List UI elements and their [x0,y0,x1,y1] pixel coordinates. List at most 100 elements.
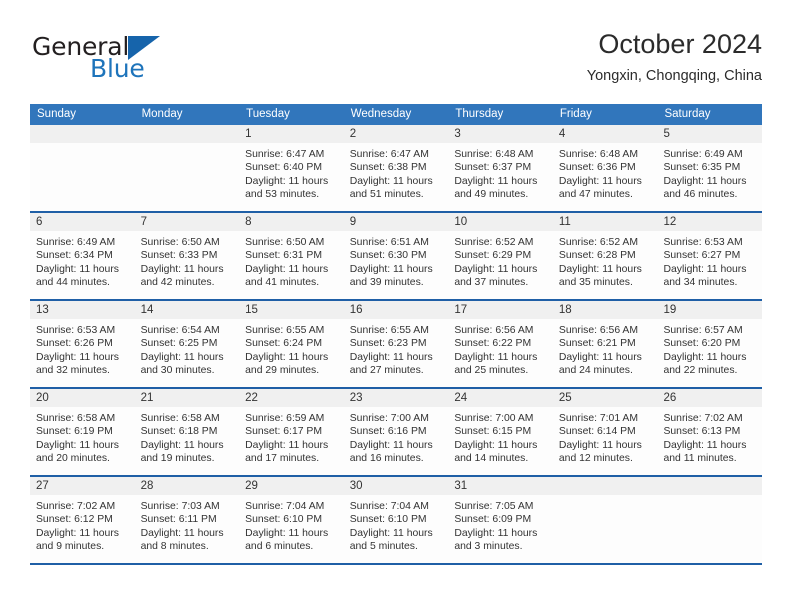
day-number: 8 [245,216,252,228]
sunrise-text: Sunrise: 6:47 AM [349,149,429,160]
calendar-day-cell[interactable]: 7 Sunrise: 6:50 AM Sunset: 6:33 PM Daylight… [134,213,240,299]
day-sun-info: Sunrise: 6:52 AM Sunset: 6:28 PM Daylight:… [553,231,658,290]
day-number: 1 [245,128,252,140]
sunset-text: Sunset: 6:36 PM [558,162,636,174]
day-sun-info: Sunrise: 6:54 AM Sunset: 6:25 PM Daylight:… [135,319,240,378]
calendar-day-cell[interactable]: 5 Sunrise: 6:49 AM Sunset: 6:35 PM Daylight… [657,125,763,211]
calendar-day-cell[interactable]: 8 Sunrise: 6:50 AM Sunset: 6:31 PM Daylight… [239,213,344,299]
day-number: 15 [245,304,258,316]
calendar-day-cell[interactable]: 13 Sunrise: 6:53 AM Sunset: 6:26 PM Dayligh… [30,301,135,387]
sunrise-text: Sunrise: 7:02 AM [663,413,743,424]
daylight-text: Daylight: 11 hours and 5 minutes. [349,527,433,553]
daylight-text: Daylight: 11 hours and 53 minutes. [245,175,329,201]
sunset-text: Sunset: 6:38 PM [349,162,427,174]
day-number-strip: 18 [552,301,658,319]
sunset-text: Sunset: 6:22 PM [454,338,532,350]
sunrise-text: Sunrise: 7:00 AM [349,413,429,424]
day-number-strip: 6 [30,213,135,231]
sunrise-text: Sunrise: 6:50 AM [140,237,220,248]
day-number: 7 [140,216,147,228]
sunrise-text: Sunrise: 6:59 AM [245,413,325,424]
sunset-text: Sunset: 6:33 PM [140,250,218,262]
calendar-day-cell[interactable]: 28 Sunrise: 7:03 AM Sunset: 6:11 PM Dayligh… [134,477,240,563]
day-sun-info: Sunrise: 7:05 AM Sunset: 6:09 PM Daylight:… [448,495,553,554]
sunset-text: Sunset: 6:30 PM [349,250,427,262]
sunrise-text: Sunrise: 6:57 AM [663,325,743,336]
calendar-day-cell[interactable]: 18 Sunrise: 6:56 AM Sunset: 6:21 PM Dayligh… [552,301,658,387]
weekday-tuesday: Tuesday [246,108,290,120]
calendar-day-cell[interactable]: 11 Sunrise: 6:52 AM Sunset: 6:28 PM Dayligh… [552,213,658,299]
calendar-day-cell[interactable]: 24 Sunrise: 7:00 AM Sunset: 6:15 PM Dayligh… [448,389,553,475]
day-number-strip: 9 [343,213,449,231]
sunset-text: Sunset: 6:20 PM [663,338,741,350]
day-sun-info: Sunrise: 6:59 AM Sunset: 6:17 PM Daylight:… [239,407,344,466]
day-number: 10 [454,216,468,228]
daylight-text: Daylight: 11 hours and 25 minutes. [454,351,538,377]
day-number-strip [552,477,658,495]
day-number-strip: 22 [239,389,344,407]
calendar-day-cell[interactable]: 31 Sunrise: 7:05 AM Sunset: 6:09 PM Dayligh… [448,477,553,563]
calendar-day-cell-empty [552,477,658,563]
sunrise-text: Sunrise: 7:03 AM [140,501,220,512]
sunset-text: Sunset: 6:13 PM [663,426,741,438]
weekday-thursday: Thursday [455,108,504,120]
calendar-day-cell[interactable]: 9 Sunrise: 6:51 AM Sunset: 6:30 PM Daylight… [343,213,449,299]
calendar-day-cell[interactable]: 21 Sunrise: 6:58 AM Sunset: 6:18 PM Dayligh… [134,389,240,475]
calendar-day-cell[interactable]: 23 Sunrise: 7:00 AM Sunset: 6:16 PM Dayligh… [343,389,449,475]
day-sun-info: Sunrise: 6:57 AM Sunset: 6:20 PM Daylight:… [657,319,762,378]
day-number: 25 [558,392,572,404]
sunrise-text: Sunrise: 6:53 AM [663,237,743,248]
calendar-day-cell[interactable]: 25 Sunrise: 7:01 AM Sunset: 6:14 PM Dayligh… [552,389,658,475]
sunrise-text: Sunrise: 6:54 AM [140,325,220,336]
calendar-day-cell[interactable]: 19 Sunrise: 6:57 AM Sunset: 6:20 PM Dayligh… [657,301,763,387]
calendar-day-cell[interactable]: 20 Sunrise: 6:58 AM Sunset: 6:19 PM Dayligh… [30,389,135,475]
calendar-week-row: 13 Sunrise: 6:53 AM Sunset: 6:26 PM Dayligh… [30,301,763,389]
day-number-strip: 29 [239,477,344,495]
day-number: 27 [36,480,49,492]
day-number: 31 [454,480,468,492]
sunset-text: Sunset: 6:15 PM [454,426,532,438]
calendar-day-cell[interactable]: 30 Sunrise: 7:04 AM Sunset: 6:10 PM Dayligh… [343,477,449,563]
day-sun-info: Sunrise: 6:48 AM Sunset: 6:36 PM Daylight:… [553,143,658,202]
sunset-text: Sunset: 6:35 PM [663,162,741,174]
day-number: 16 [349,304,363,316]
daylight-text: Daylight: 11 hours and 41 minutes. [245,263,329,289]
calendar-day-cell[interactable]: 2 Sunrise: 6:47 AM Sunset: 6:38 PM Daylight… [343,125,449,211]
sunrise-text: Sunrise: 6:52 AM [558,237,639,248]
calendar-day-cell[interactable]: 10 Sunrise: 6:52 AM Sunset: 6:29 PM Dayligh… [448,213,553,299]
calendar-day-cell[interactable]: 6 Sunrise: 6:49 AM Sunset: 6:34 PM Daylight… [30,213,135,299]
calendar-week-row: 20 Sunrise: 6:58 AM Sunset: 6:19 PM Dayligh… [30,389,763,477]
day-number-strip: 11 [552,213,658,231]
calendar-day-cell[interactable]: 3 Sunrise: 6:48 AM Sunset: 6:37 PM Daylight… [448,125,553,211]
calendar-day-cell[interactable]: 15 Sunrise: 6:55 AM Sunset: 6:24 PM Dayligh… [239,301,344,387]
daylight-text: Daylight: 11 hours and 11 minutes. [663,439,747,465]
calendar-page: General Blue October 2024 Yongxin, Chong… [0,0,792,612]
calendar-day-cell-empty [134,125,240,211]
calendar-day-cell[interactable]: 17 Sunrise: 6:56 AM Sunset: 6:22 PM Dayligh… [448,301,553,387]
calendar-day-cell[interactable]: 14 Sunrise: 6:54 AM Sunset: 6:25 PM Dayligh… [134,301,240,387]
day-number-strip: 24 [448,389,553,407]
day-number: 6 [36,216,43,228]
day-number-strip: 17 [448,301,553,319]
sunrise-text: Sunrise: 7:05 AM [454,501,534,512]
general-blue-logo[interactable]: General Blue [30,28,250,90]
calendar-day-cell[interactable]: 22 Sunrise: 6:59 AM Sunset: 6:17 PM Dayligh… [239,389,344,475]
sunrise-text: Sunrise: 6:53 AM [36,325,116,336]
calendar-day-cell[interactable]: 16 Sunrise: 6:55 AM Sunset: 6:23 PM Dayligh… [343,301,449,387]
calendar-day-cell-empty [30,125,135,211]
calendar-day-cell[interactable]: 29 Sunrise: 7:04 AM Sunset: 6:10 PM Dayligh… [239,477,344,563]
calendar-day-cell[interactable]: 26 Sunrise: 7:02 AM Sunset: 6:13 PM Dayligh… [657,389,763,475]
calendar-day-cell[interactable]: 1 Sunrise: 6:47 AM Sunset: 6:40 PM Daylight… [239,125,344,211]
sunrise-text: Sunrise: 7:04 AM [245,501,325,512]
daylight-text: Daylight: 11 hours and 24 minutes. [558,351,642,377]
day-number: 12 [663,216,677,228]
daylight-text: Daylight: 11 hours and 47 minutes. [558,175,642,201]
day-number: 18 [558,304,572,316]
calendar-day-cell[interactable]: 27 Sunrise: 7:02 AM Sunset: 6:12 PM Dayligh… [30,477,135,563]
day-number-strip: 27 [30,477,135,495]
calendar-day-cell[interactable]: 4 Sunrise: 6:48 AM Sunset: 6:36 PM Daylight… [552,125,658,211]
day-number-strip: 26 [657,389,763,407]
calendar-day-cell[interactable]: 12 Sunrise: 6:53 AM Sunset: 6:27 PM Dayligh… [657,213,763,299]
day-sun-info: Sunrise: 6:50 AM Sunset: 6:31 PM Daylight:… [239,231,344,290]
calendar-week-row: 6 Sunrise: 6:49 AM Sunset: 6:34 PM Daylight… [30,213,763,301]
